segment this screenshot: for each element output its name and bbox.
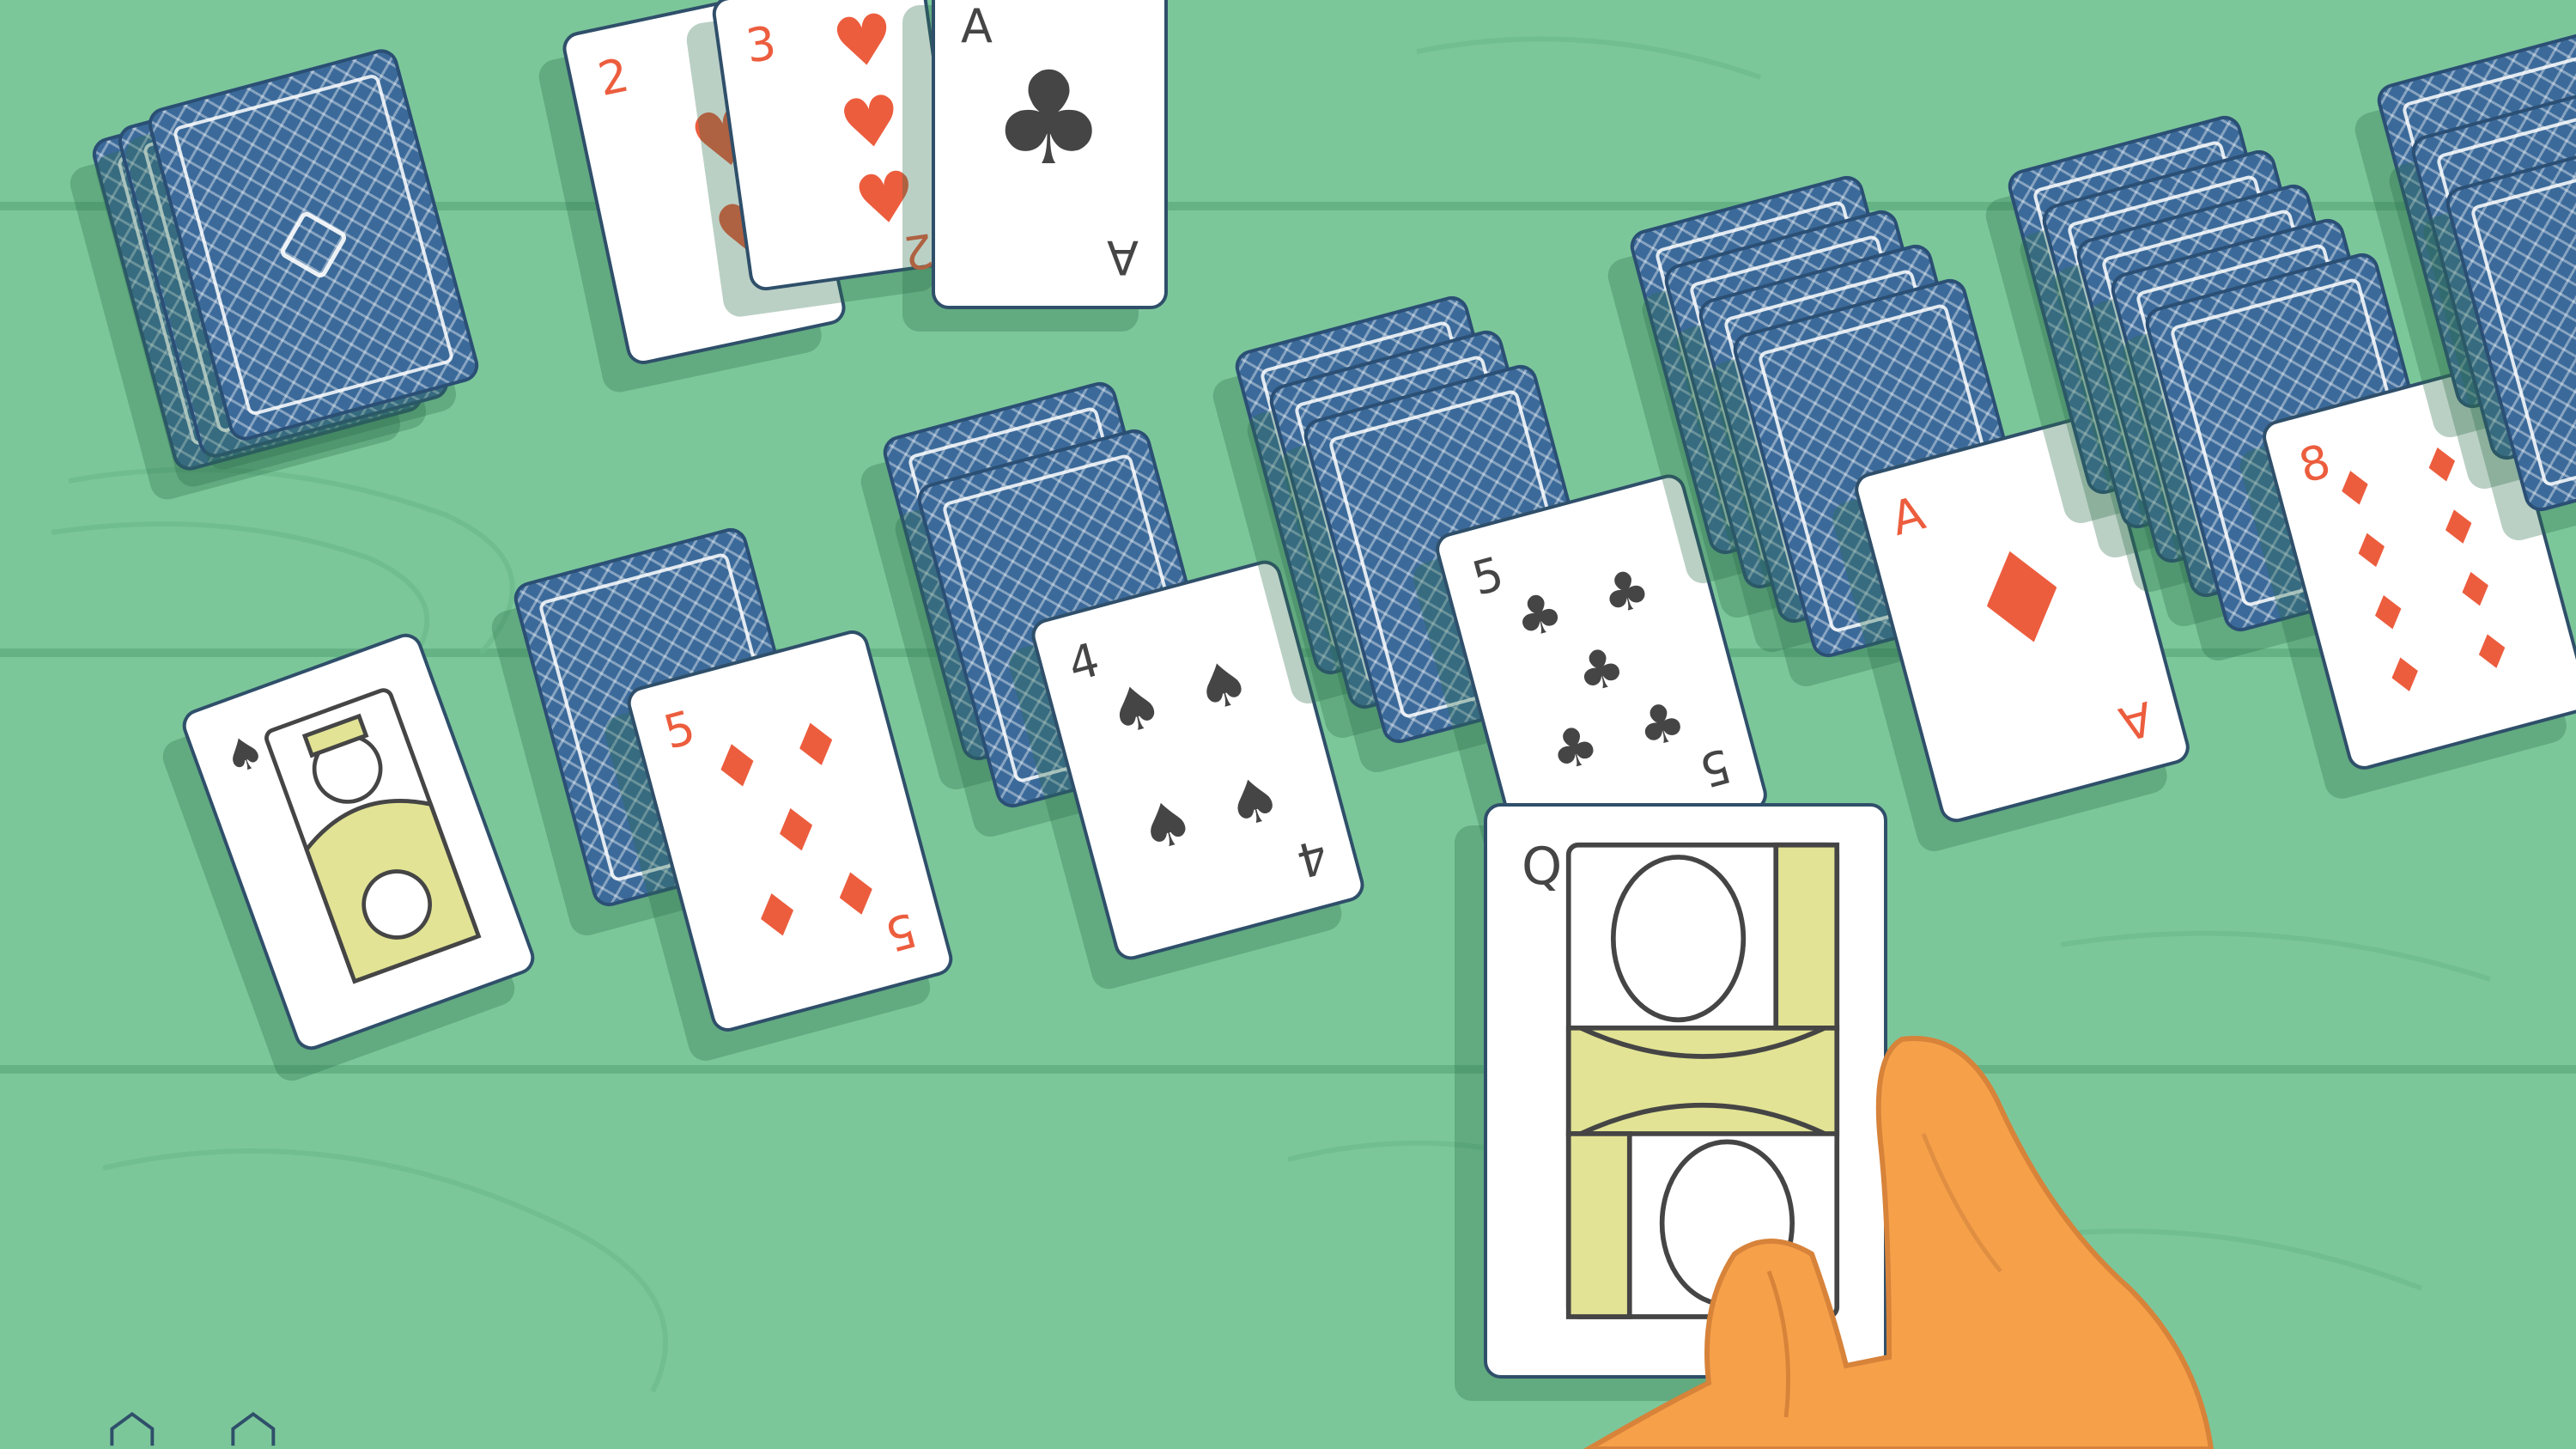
club-icon: ♣ (1595, 555, 1657, 629)
club-icon: ♣ (1543, 711, 1606, 785)
diamond-icon: ♦ (1947, 512, 2099, 687)
card-rank-bottom: A (2113, 690, 2159, 752)
card-rank: 3 (742, 15, 780, 74)
spade-icon: ♠ (1131, 784, 1202, 867)
card-table: 2 ♥ ♥ 3 ♥ ♥ ♥ 2 A ♣ A ♠ (0, 0, 2576, 1449)
card-rank: A (961, 0, 993, 53)
card-rank: 5 (658, 699, 702, 760)
card-rank: 4 (1062, 632, 1105, 692)
queen-portrait-icon (1565, 842, 1840, 1319)
card-corner-rank: 2 (899, 222, 937, 281)
diamond-icon: ♦ (2343, 519, 2400, 584)
diamond-icon: ♦ (2414, 433, 2471, 499)
diamond-icon: ♦ (821, 853, 892, 936)
card-rank: 8 (2293, 434, 2336, 494)
foundation-card-a-clubs[interactable]: A ♣ A (932, 0, 1168, 309)
card-rank-bottom: 5 (1693, 738, 1736, 798)
club-icon: ♣ (1630, 688, 1693, 761)
card-rank: 2 (593, 47, 634, 107)
spade-icon: ♠ (1188, 644, 1258, 728)
diamond-icon: ♦ (2327, 456, 2384, 522)
card-rank-bottom: 5 (878, 902, 922, 963)
diamond-icon: ♦ (2447, 557, 2504, 624)
card-rank: Q (1522, 837, 1563, 897)
card-rank: A (1886, 485, 1931, 547)
diamond-icon: ♦ (2431, 496, 2488, 561)
club-icon: ♣ (1507, 578, 1571, 652)
foundation-card-3-hearts[interactable]: 3 ♥ ♥ ♥ 2 (710, 0, 964, 293)
diamond-icon: ♦ (761, 789, 832, 872)
spade-icon: ♠ (1100, 668, 1171, 751)
diamond-icon: ♦ (2464, 619, 2521, 685)
club-icon: ♣ (991, 45, 1107, 194)
diamond-icon: ♦ (702, 725, 773, 807)
diamond-icon: ♦ (2377, 643, 2433, 709)
card-rank: 5 (1467, 546, 1510, 606)
house-logo-icon (110, 1411, 276, 1446)
diamond-icon: ♦ (742, 874, 813, 957)
spade-icon: ♠ (1218, 761, 1290, 843)
card-rank-bottom: 4 (1291, 828, 1334, 888)
diamond-icon: ♦ (2360, 581, 2417, 647)
card-rank-bottom: A (1107, 230, 1139, 284)
heart-icon: ♥ (827, 0, 900, 86)
diamond-icon: ♦ (781, 703, 852, 787)
card-back-pattern-icon (278, 210, 349, 280)
club-icon: ♣ (1569, 633, 1632, 707)
heart-icon: ♥ (834, 78, 907, 167)
held-card-queen[interactable]: Q (1484, 803, 1887, 1379)
